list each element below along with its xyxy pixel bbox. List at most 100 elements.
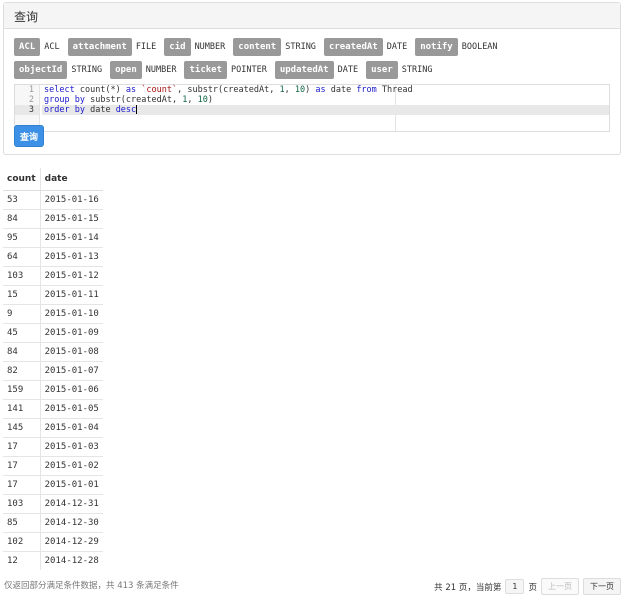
cell-date: 2015-01-07 [39,360,103,380]
table-row: 159 2015-01-06 [3,379,103,399]
table-row: 84 2015-01-15 [3,208,103,228]
field-item: cid NUMBER [164,37,231,56]
field-type: POINTER [231,65,267,75]
field-name[interactable]: cid [164,38,191,56]
field-name[interactable]: createdAt [323,38,383,56]
field-name[interactable]: content [233,38,282,56]
table-row: 145 2015-01-04 [3,417,103,437]
results-table: count date 53 2015-01-16 84 2015-01-15 95 201… [3,168,103,570]
field-item: ACL ACL [14,37,66,56]
field-item: createdAt DATE [323,37,413,56]
cell-count: 17 [3,474,41,494]
cell-count: 12 [3,550,41,570]
cell-date: 2014-12-28 [39,550,103,570]
cell-date: 2015-01-10 [39,303,103,323]
cell-date: 2015-01-05 [39,398,103,418]
field-item: ticket POINTER [184,60,272,79]
field-name[interactable]: ACL [14,38,41,56]
next-page-button[interactable]: 下一页 [583,578,621,595]
field-type: FILE [135,42,157,52]
column-header-count: count [3,168,41,191]
cell-date: 2015-01-11 [39,284,103,304]
table-row: 103 2015-01-12 [3,265,103,285]
cell-date: 2014-12-31 [39,493,103,513]
table-row: 15 2015-01-11 [3,284,103,304]
field-type: DATE [386,42,408,52]
table-row: 45 2015-01-09 [3,322,103,342]
field-item: content STRING [233,37,322,56]
column-header-date: date [39,168,103,191]
field-name[interactable]: open [110,61,142,79]
field-type: STRING [71,65,103,75]
cell-date: 2015-01-12 [39,265,103,285]
table-row: 141 2015-01-05 [3,398,103,418]
cell-date: 2014-12-29 [39,531,103,551]
field-item: updatedAt DATE [274,60,364,79]
cell-date: 2014-12-30 [39,512,103,532]
cell-date: 2015-01-13 [39,246,103,266]
query-button[interactable]: 查询 [14,125,44,147]
cell-date: 2015-01-14 [39,227,103,247]
current-page-input[interactable]: 1 [505,579,525,594]
field-name[interactable]: updatedAt [274,61,334,79]
cell-count: 53 [3,189,41,209]
cell-count: 17 [3,436,41,456]
cell-count: 9 [3,303,41,323]
field-type: STRING [401,65,433,75]
prev-page-button[interactable]: 上一页 [541,578,579,595]
field-name[interactable]: ticket [184,61,227,79]
field-name[interactable]: user [366,61,398,79]
code-line[interactable]: group by substr(createdAt, 1, 10) [42,95,609,105]
cell-count: 84 [3,341,41,361]
table-row: 17 2015-01-03 [3,436,103,456]
line-number: 1 [28,85,34,95]
field-item: attachment FILE [67,37,163,56]
query-panel: 查询 ACL ACL attachment FILE cid NUMBER content S… [3,2,621,155]
field-type: NUMBER [194,42,226,52]
cell-date: 2015-01-02 [39,455,103,475]
table-row: 53 2015-01-16 [3,189,103,209]
table-row: 17 2015-01-02 [3,455,103,475]
table-row: 64 2015-01-13 [3,246,103,266]
code-line[interactable]: order by date desc [42,105,609,115]
cell-date: 2015-01-09 [39,322,103,342]
panel-title: 查询 [4,3,620,29]
table-row: 82 2015-01-07 [3,360,103,380]
cell-count: 103 [3,493,41,513]
table-row: 17 2015-01-01 [3,474,103,494]
line-number: 2 [28,95,34,105]
results-header-row: count date [3,168,103,191]
editor-code[interactable]: select count(*) as `count`, substr(creat… [42,85,609,115]
field-item: user STRING [366,60,438,79]
field-type: NUMBER [145,65,177,75]
field-name[interactable]: attachment [67,38,132,56]
pager-suffix: 页 [528,582,537,593]
table-row: 85 2014-12-30 [3,512,103,532]
cell-count: 85 [3,512,41,532]
cell-count: 103 [3,265,41,285]
table-row: 95 2015-01-14 [3,227,103,247]
cell-date: 2015-01-03 [39,436,103,456]
cell-count: 145 [3,417,41,437]
field-item: open NUMBER [110,60,182,79]
sql-editor[interactable]: 123 select count(*) as `count`, substr(c… [14,84,610,132]
code-line[interactable]: select count(*) as `count`, substr(creat… [42,85,609,95]
result-note: 仅返回部分满足条件数据，共 413 条满足条件 [4,581,179,591]
field-name[interactable]: notify [415,38,458,56]
cell-count: 17 [3,455,41,475]
cell-count: 64 [3,246,41,266]
cell-date: 2015-01-06 [39,379,103,399]
field-name[interactable]: objectId [14,61,68,79]
cell-date: 2015-01-04 [39,417,103,437]
pager-prefix: 共 21 页，当前第 [434,582,502,593]
cell-count: 102 [3,531,41,551]
cell-count: 95 [3,227,41,247]
cell-count: 159 [3,379,41,399]
cell-count: 84 [3,208,41,228]
field-type: ACL [44,42,60,52]
cell-count: 45 [3,322,41,342]
table-row: 84 2015-01-08 [3,341,103,361]
cell-count: 82 [3,360,41,380]
table-row: 9 2015-01-10 [3,303,103,323]
cell-date: 2015-01-01 [39,474,103,494]
